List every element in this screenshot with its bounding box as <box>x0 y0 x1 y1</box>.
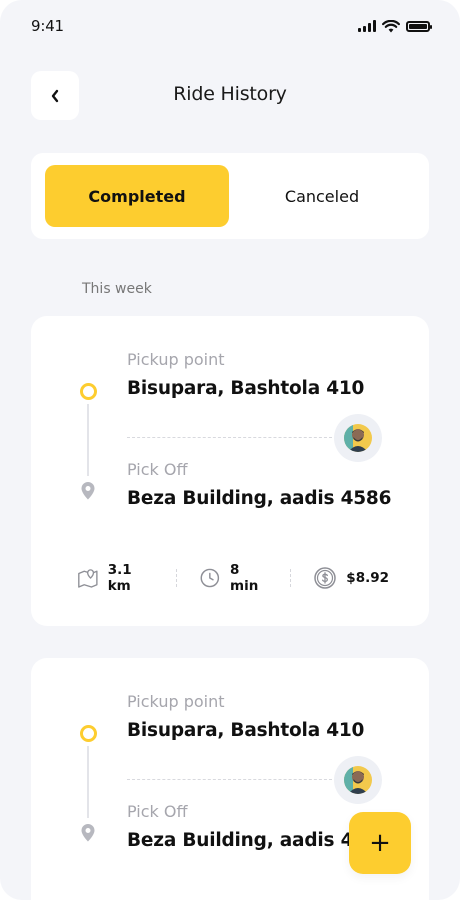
route-line <box>87 746 89 818</box>
dropoff-label: Pick Off <box>127 460 188 479</box>
route-line <box>87 404 89 476</box>
status-icons <box>358 19 432 33</box>
tab-completed[interactable]: Completed <box>45 165 229 227</box>
dollar-icon <box>314 567 337 589</box>
duration-stat: 8 min <box>199 562 268 594</box>
divider <box>127 779 332 780</box>
distance-stat: 3.1 km <box>77 562 154 594</box>
ride-history-screen: 9:41 Ride History Completed Canceled Thi… <box>0 0 460 900</box>
header: Ride History <box>31 71 429 120</box>
map-icon <box>78 569 98 588</box>
page-title: Ride History <box>173 83 287 105</box>
ride-stats: 3.1 km 8 min $8.92 <box>77 562 389 594</box>
location-pin-icon <box>81 482 95 500</box>
plus-icon: + <box>369 828 391 858</box>
pickup-label: Pickup point <box>127 350 225 369</box>
price-value: $8.92 <box>346 570 389 586</box>
status-bar: 9:41 <box>0 0 460 52</box>
stat-separator <box>176 569 178 587</box>
duration-value: 8 min <box>230 562 259 594</box>
location-pin-icon <box>81 824 95 842</box>
driver-photo <box>344 766 372 794</box>
section-label: This week <box>82 281 152 297</box>
pickup-marker-icon <box>80 725 97 742</box>
battery-icon <box>406 20 432 32</box>
status-time: 9:41 <box>31 17 64 35</box>
clock-icon <box>200 568 220 588</box>
price-stat: $8.92 <box>313 566 389 590</box>
pickup-address: Bisupara, Bashtola 410 <box>127 378 365 399</box>
ride-status-tabs: Completed Canceled <box>31 153 429 239</box>
divider <box>127 437 332 438</box>
pickup-label: Pickup point <box>127 692 225 711</box>
signal-icon <box>358 20 376 32</box>
dropoff-address: Beza Building, aadis 4586 <box>127 488 392 509</box>
driver-photo <box>344 424 372 452</box>
driver-avatar[interactable] <box>334 756 382 804</box>
pickup-address: Bisupara, Bashtola 410 <box>127 720 365 741</box>
distance-value: 3.1 km <box>107 562 132 594</box>
pickup-marker-icon <box>80 383 97 400</box>
ride-card[interactable]: Pickup point Bisupara, Bashtola 410 Pick… <box>31 316 429 626</box>
dropoff-label: Pick Off <box>127 802 188 821</box>
add-button[interactable]: + <box>349 812 411 874</box>
stat-separator <box>290 569 292 587</box>
tab-canceled[interactable]: Canceled <box>229 165 415 227</box>
driver-avatar[interactable] <box>334 414 382 462</box>
wifi-icon <box>382 19 400 32</box>
